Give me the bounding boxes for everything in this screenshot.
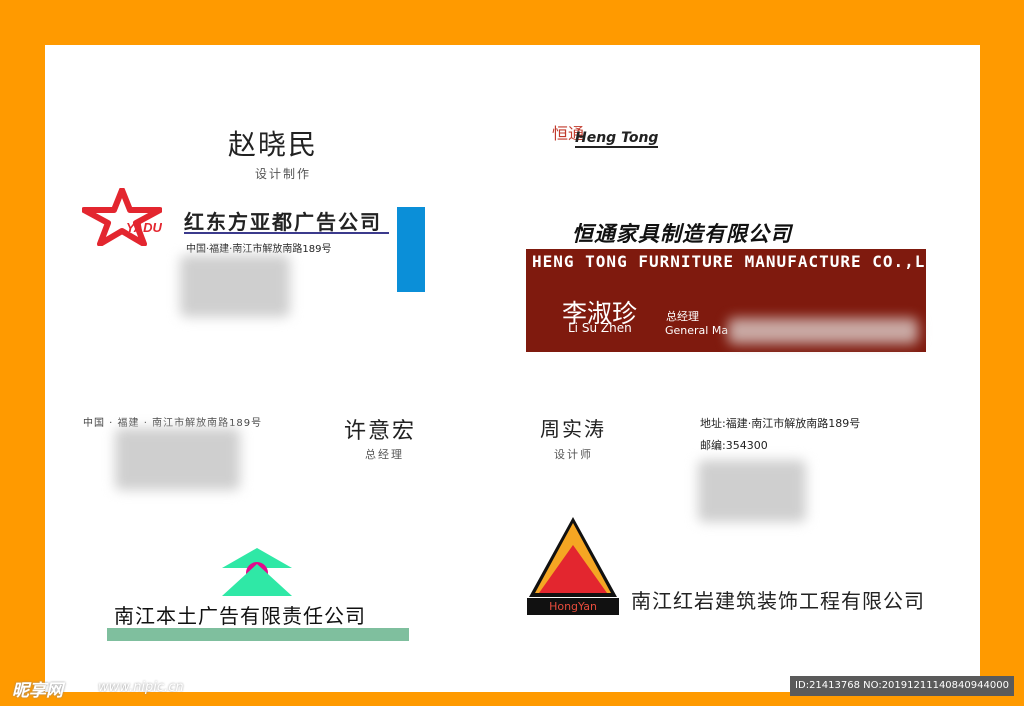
card4-address: 地址:福建·南江市解放南路189号 <box>700 417 861 430</box>
card2-blurred-contact <box>728 318 918 344</box>
card4-logo-label: HongYan <box>527 598 619 615</box>
card4-company-name: 南江红岩建筑装饰工程有限公司 <box>631 589 925 613</box>
card3-green-band <box>107 628 409 641</box>
card1-underline <box>184 232 389 234</box>
card2-role-en: General Ma <box>665 324 729 337</box>
card2-role-cn: 总经理 <box>666 310 699 323</box>
card2-person-name-en: Li Su Zhen <box>568 321 632 335</box>
card4-blurred-contact <box>698 460 806 522</box>
yadu-star-logo-icon: YADU <box>82 188 162 246</box>
watermark-site-name: 昵享网 <box>12 681 63 701</box>
hongyan-triangle-logo-icon <box>529 517 617 597</box>
card4-person-name: 周实涛 <box>540 417 606 441</box>
card1-company-name: 红东方亚都广告公司 <box>184 210 382 234</box>
card2-logo-en: Heng Tong <box>575 130 659 148</box>
card1-address: 中国·福建·南江市解放南路189号 <box>186 244 332 255</box>
card1-person-title: 设计制作 <box>255 167 312 181</box>
card3-person-name: 许意宏 <box>344 419 417 444</box>
card1-logo-text: YADU <box>126 220 162 235</box>
card1-blurred-contact <box>180 255 290 317</box>
card1-blue-bar <box>397 207 425 292</box>
card2-company-cn: 恒通家具制造有限公司 <box>572 222 792 246</box>
card4-zip-code: 邮编:354300 <box>700 439 768 452</box>
watermark-id: ID:21413768 NO:20191211140840944000 <box>790 676 1014 696</box>
card2-company-en: HENG TONG FURNITURE MANUFACTURE CO.,LTD. <box>532 252 958 271</box>
card4-person-title: 设计师 <box>554 448 593 461</box>
card3-address: 中国 · 福建 · 南江市解放南路189号 <box>83 418 263 429</box>
card3-company-name: 南江本土广告有限责任公司 <box>114 604 366 628</box>
card3-person-title: 总经理 <box>365 448 404 461</box>
card3-blurred-contact <box>115 428 240 490</box>
card1-person-name: 赵晓民 <box>228 128 319 161</box>
watermark-site-url: www.nipic.cn <box>98 680 184 695</box>
card3-arrow-logo-icon <box>222 548 292 596</box>
